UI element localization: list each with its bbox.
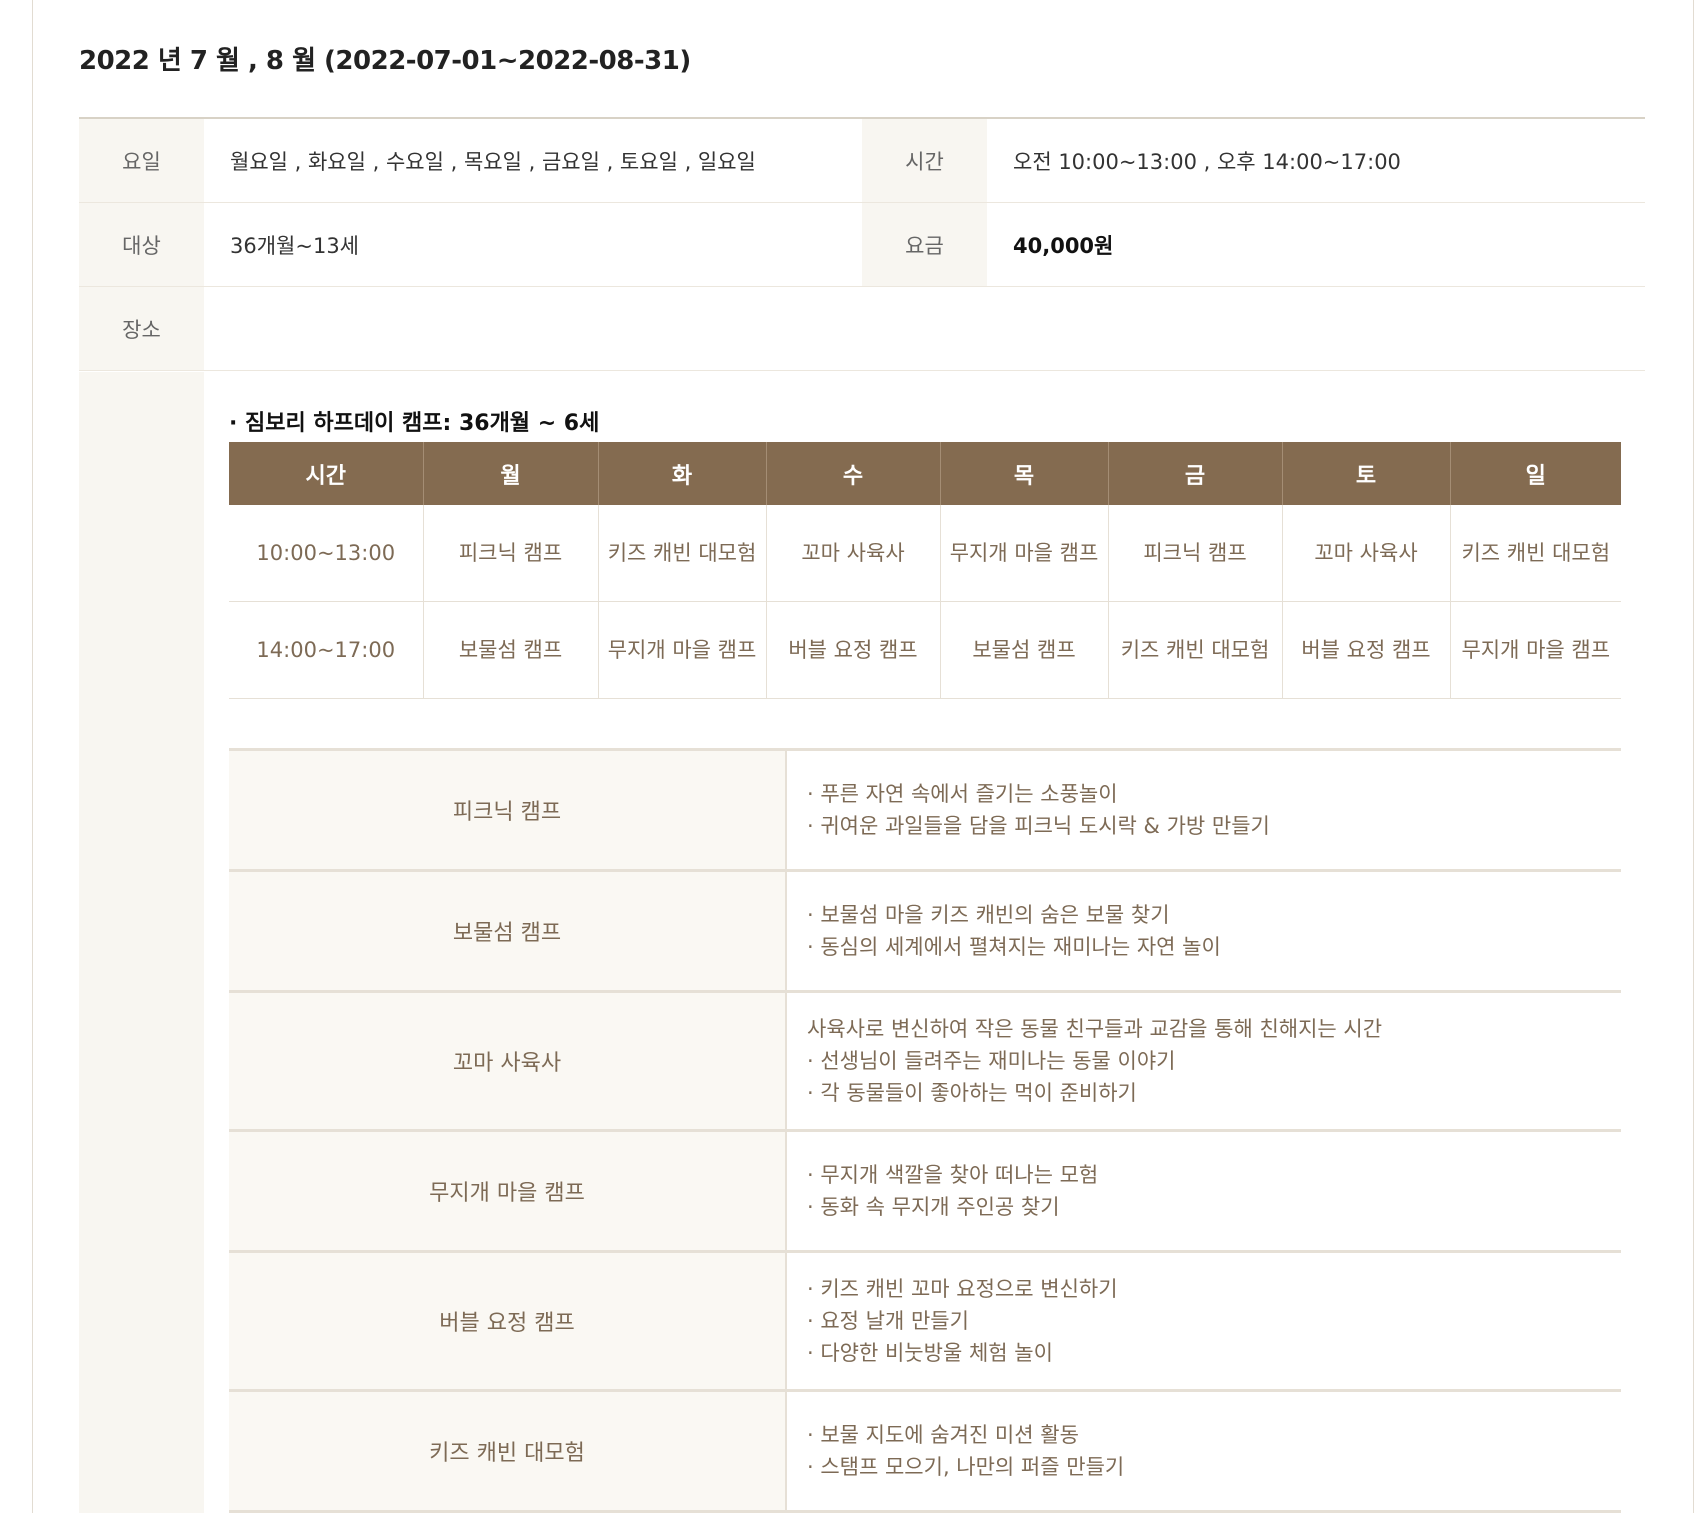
time-value: 오전 10:00~13:00 , 오후 14:00~17:00 xyxy=(1013,149,1401,174)
program-line: · 키즈 캐빈 꼬마 요정으로 변신하기 xyxy=(807,1277,1118,1301)
program-line: · 무지개 색깔을 찾아 떠나는 모험 xyxy=(807,1163,1099,1187)
program-line: · 동심의 세계에서 펼쳐지는 재미나는 자연 놀이 xyxy=(807,935,1221,959)
day-label: 요일 xyxy=(79,119,204,202)
list-item: 보물섬 캠프 · 보물섬 마을 키즈 캐빈의 숨은 보물 찾기 · 동심의 세계… xyxy=(229,869,1621,990)
program-line: · 보물 지도에 숨겨진 미션 활동 xyxy=(807,1423,1079,1447)
table-row: 10:00~13:00 피크닉 캠프 키즈 캐빈 대모험 꼬마 사육사 무지개 … xyxy=(229,505,1621,602)
program-name: 피크닉 캠프 xyxy=(229,751,787,869)
schedule-cell: 무지개 마을 캠프 xyxy=(940,505,1109,602)
schedule-cell: 키즈 캐빈 대모험 xyxy=(1108,601,1283,699)
program-line: · 보물섬 마을 키즈 캐빈의 숨은 보물 찾기 xyxy=(807,903,1170,927)
table-row: 14:00~17:00 보물섬 캠프 무지개 마을 캠프 버블 요정 캠프 보물… xyxy=(229,601,1621,699)
detail-label-column xyxy=(79,372,204,1513)
schedule-cell: 10:00~13:00 xyxy=(229,505,424,602)
program-line: · 선생님이 들려주는 재미나는 동물 이야기 xyxy=(807,1049,1176,1073)
program-line: · 스탬프 모으기, 나만의 퍼즐 만들기 xyxy=(807,1455,1125,1479)
schedule-cell: 버블 요정 캠프 xyxy=(766,601,941,699)
schedule-cell: 무지개 마을 캠프 xyxy=(598,601,767,699)
program-descriptions: 피크닉 캠프 · 푸른 자연 속에서 즐기는 소풍놀이 · 귀여운 과일들을 담… xyxy=(229,748,1621,1513)
program-line: · 귀여운 과일들을 담을 피크닉 도시락 & 가방 만들기 xyxy=(807,814,1270,838)
day-value: 월요일 , 화요일 , 수요일 , 목요일 , 금요일 , 토요일 , 일요일 xyxy=(230,149,756,174)
target-value: 36개월~13세 xyxy=(230,233,359,258)
info-table: 요일 월요일 , 화요일 , 수요일 , 목요일 , 금요일 , 토요일 , 일… xyxy=(79,117,1645,371)
fee-value: 40,000원 xyxy=(1013,233,1114,258)
list-item: 버블 요정 캠프 · 키즈 캐빈 꼬마 요정으로 변신하기 · 요정 날개 만들… xyxy=(229,1250,1621,1389)
header-sun: 일 xyxy=(1450,442,1621,505)
schedule-cell: 버블 요정 캠프 xyxy=(1282,601,1451,699)
program-line: · 요정 날개 만들기 xyxy=(807,1309,969,1333)
info-row-place: 장소 xyxy=(79,287,1645,371)
program-line: · 동화 속 무지개 주인공 찾기 xyxy=(807,1195,1060,1219)
header-fri: 금 xyxy=(1108,442,1283,505)
program-line: · 다양한 비눗방울 체험 놀이 xyxy=(807,1341,1053,1365)
header-wed: 수 xyxy=(766,442,941,505)
program-name: 무지개 마을 캠프 xyxy=(229,1132,787,1250)
header-tue: 화 xyxy=(598,442,767,505)
schedule-cell: 무지개 마을 캠프 xyxy=(1450,601,1621,699)
schedule-cell: 키즈 캐빈 대모험 xyxy=(1450,505,1621,602)
header-sat: 토 xyxy=(1282,442,1451,505)
schedule-cell: 꼬마 사육사 xyxy=(1282,505,1451,602)
program-line: · 푸른 자연 속에서 즐기는 소풍놀이 xyxy=(807,782,1118,806)
period-title: 2022 년 7 월 , 8 월 (2022-07-01~2022-08-31) xyxy=(79,46,691,76)
schedule-header-row: 시간 월 화 수 목 금 토 일 xyxy=(229,442,1621,505)
info-row-day-time: 요일 월요일 , 화요일 , 수요일 , 목요일 , 금요일 , 토요일 , 일… xyxy=(79,119,1645,203)
schedule-table: 시간 월 화 수 목 금 토 일 10:00~13:00 피크닉 캠프 키즈 캐… xyxy=(229,442,1621,699)
info-row-target-fee: 대상 36개월~13세 요금 40,000원 xyxy=(79,203,1645,287)
place-label: 장소 xyxy=(79,287,204,370)
program-line: 사육사로 변신하여 작은 동물 친구들과 교감을 통해 친해지는 시간 xyxy=(807,1017,1383,1041)
schedule-cell: 보물섬 캠프 xyxy=(940,601,1109,699)
program-line: · 각 동물들이 좋아하는 먹이 준비하기 xyxy=(807,1081,1137,1105)
target-label: 대상 xyxy=(79,203,204,286)
time-label: 시간 xyxy=(862,119,987,202)
schedule-cell: 피크닉 캠프 xyxy=(1108,505,1283,602)
list-item: 무지개 마을 캠프 · 무지개 색깔을 찾아 떠나는 모험 · 동화 속 무지개… xyxy=(229,1129,1621,1250)
header-thu: 목 xyxy=(940,442,1109,505)
schedule-cell: 보물섬 캠프 xyxy=(423,601,599,699)
list-item: 피크닉 캠프 · 푸른 자연 속에서 즐기는 소풍놀이 · 귀여운 과일들을 담… xyxy=(229,748,1621,869)
list-item: 꼬마 사육사 사육사로 변신하여 작은 동물 친구들과 교감을 통해 친해지는 … xyxy=(229,990,1621,1129)
header-time: 시간 xyxy=(229,442,424,505)
program-name: 꼬마 사육사 xyxy=(229,993,787,1129)
header-mon: 월 xyxy=(423,442,599,505)
program-name: 버블 요정 캠프 xyxy=(229,1253,787,1389)
schedule-cell: 키즈 캐빈 대모험 xyxy=(598,505,767,602)
place-value xyxy=(204,287,1645,370)
schedule-cell: 꼬마 사육사 xyxy=(766,505,941,602)
fee-label: 요금 xyxy=(862,203,987,286)
program-name: 보물섬 캠프 xyxy=(229,872,787,990)
list-item: 키즈 캐빈 대모험 · 보물 지도에 숨겨진 미션 활동 · 스탬프 모으기, … xyxy=(229,1389,1621,1513)
schedule-title: · 짐보리 하프데이 캠프: 36개월 ~ 6세 xyxy=(229,411,600,436)
schedule-cell: 피크닉 캠프 xyxy=(423,505,599,602)
program-name: 키즈 캐빈 대모험 xyxy=(229,1392,787,1510)
schedule-cell: 14:00~17:00 xyxy=(229,601,424,699)
